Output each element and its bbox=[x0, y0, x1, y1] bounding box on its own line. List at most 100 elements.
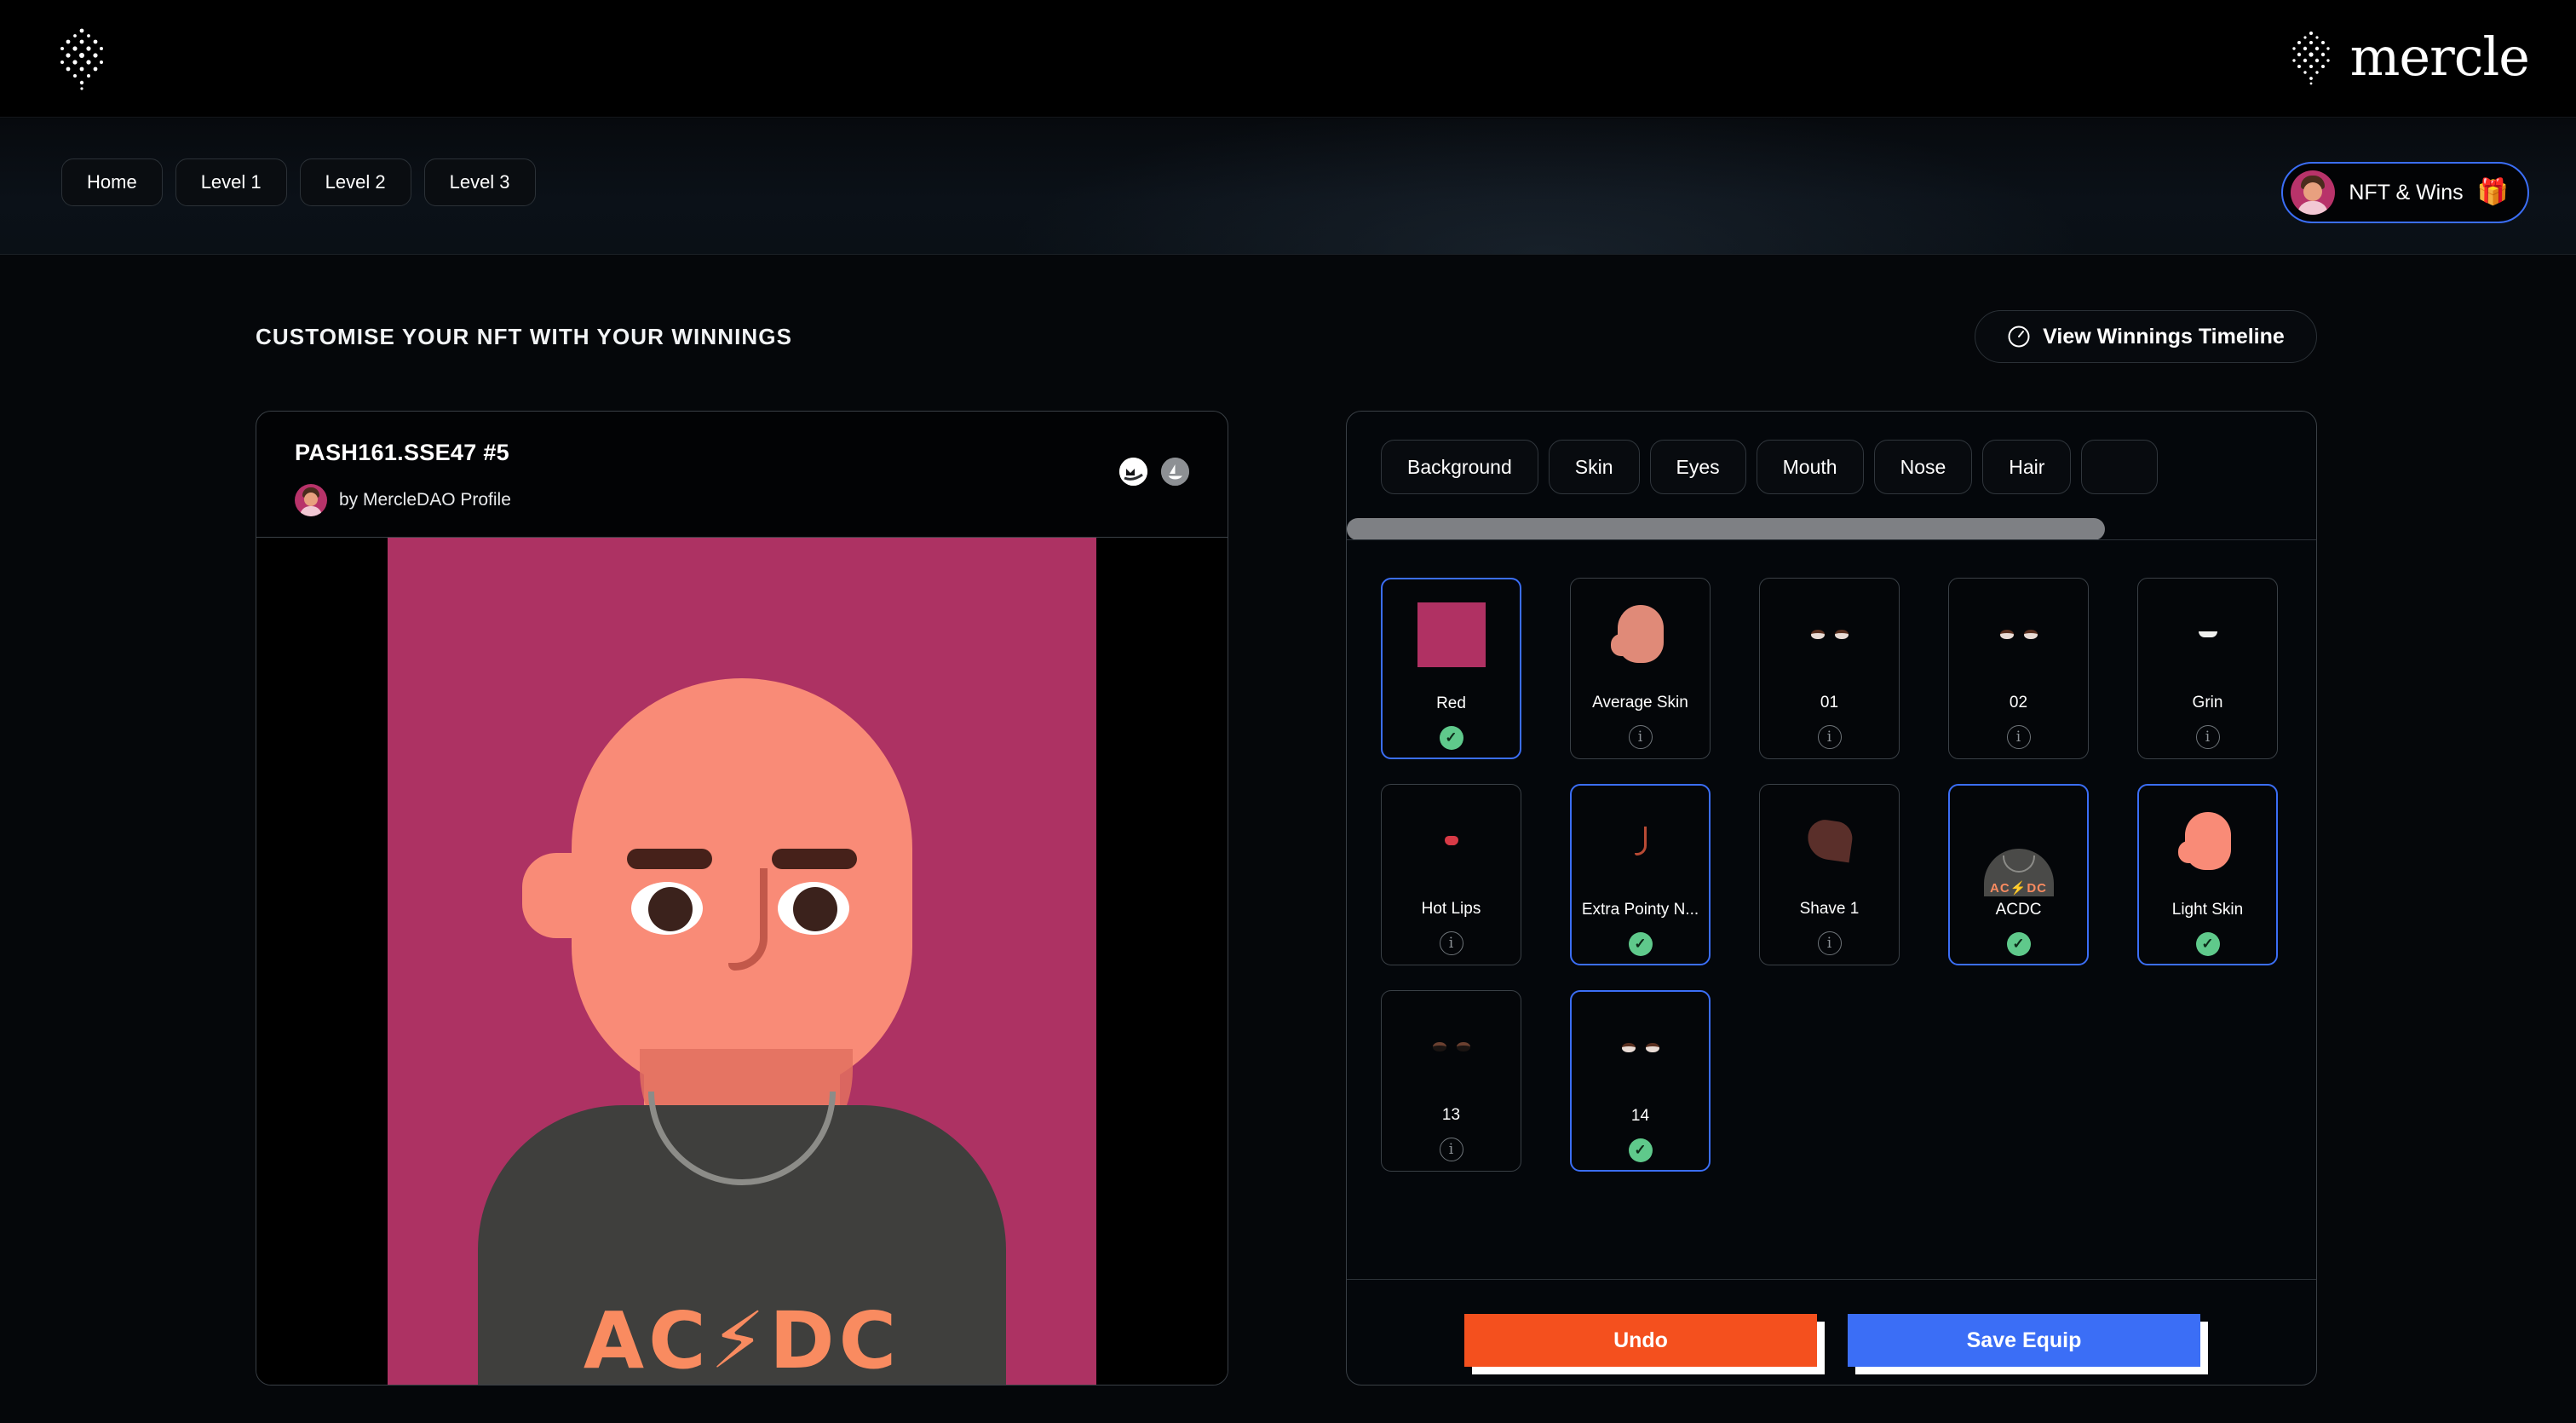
nav-item-label: Home bbox=[87, 171, 137, 193]
mouth-hot-lips-icon bbox=[1382, 785, 1521, 896]
save-equip-button[interactable]: Save Equip bbox=[1848, 1314, 2200, 1367]
check-icon: ✓ bbox=[1439, 726, 1463, 750]
trait-item-label: 14 bbox=[1630, 1107, 1650, 1125]
panel-footer: Undo Save Equip bbox=[1347, 1298, 2316, 1383]
nft-shirt-text: AC⚡DC bbox=[583, 1295, 901, 1386]
trait-item-grin[interactable]: Grin i bbox=[2137, 578, 2278, 759]
opensea-icon[interactable] bbox=[1161, 458, 1189, 486]
nft-and-wins-button[interactable]: NFT & Wins 🎁 bbox=[2281, 162, 2529, 223]
hair-shave-1-icon bbox=[1760, 785, 1899, 896]
trait-item-label: 13 bbox=[1441, 1106, 1461, 1124]
eyes-13-icon bbox=[1382, 991, 1521, 1102]
clock-icon bbox=[2007, 325, 2031, 349]
info-icon[interactable]: i bbox=[1439, 931, 1463, 955]
nav-item-level-1[interactable]: Level 1 bbox=[175, 158, 287, 206]
head-skin-light-icon bbox=[2139, 786, 2276, 896]
nft-preview-card: PASH161.SSE47 #5 by MercleDAO Profile AC… bbox=[256, 411, 1228, 1386]
trait-item-14[interactable]: 14 ✓ bbox=[1570, 990, 1711, 1172]
divider bbox=[1347, 539, 2316, 540]
view-winnings-timeline-button[interactable]: View Winnings Timeline bbox=[1975, 310, 2317, 363]
nft-card-header: PASH161.SSE47 #5 by MercleDAO Profile bbox=[256, 412, 1228, 538]
eyes-14-icon bbox=[1572, 992, 1709, 1103]
view-winnings-timeline-label: View Winnings Timeline bbox=[2043, 324, 2285, 349]
trait-tabs: Background Skin Eyes Mouth Nose Hair bbox=[1381, 440, 2159, 494]
trait-item-extra-pointy-nose[interactable]: Extra Pointy N... ✓ bbox=[1570, 784, 1711, 965]
trait-item-label: Average Skin bbox=[1592, 694, 1688, 712]
trait-item-label: 02 bbox=[2009, 694, 2028, 712]
nav-item-label: Level 2 bbox=[325, 171, 386, 193]
marketplace-links bbox=[1119, 458, 1189, 486]
check-icon: ✓ bbox=[2195, 932, 2220, 956]
trait-item-label: 01 bbox=[1820, 694, 1839, 712]
trait-item-red[interactable]: Red ✓ bbox=[1381, 578, 1521, 759]
brand-name: mercle bbox=[2349, 26, 2530, 88]
tab-background[interactable]: Background bbox=[1381, 440, 1538, 494]
trait-item-average-skin[interactable]: Average Skin i bbox=[1570, 578, 1711, 759]
brand-logo[interactable]: mercle bbox=[2286, 26, 2530, 88]
page-title: CUSTOMISE YOUR NFT WITH YOUR WINNINGS bbox=[256, 324, 793, 349]
trait-item-label: Hot Lips bbox=[1421, 900, 1481, 918]
tab-label: Hair bbox=[2009, 455, 2045, 478]
info-icon[interactable]: i bbox=[2006, 725, 2031, 749]
tab-skin[interactable]: Skin bbox=[1548, 440, 1640, 494]
tab-clipped[interactable] bbox=[2081, 440, 2159, 494]
nav-item-level-3[interactable]: Level 3 bbox=[423, 158, 536, 206]
tab-mouth[interactable]: Mouth bbox=[1756, 440, 1864, 494]
trait-item-01[interactable]: 01 i bbox=[1759, 578, 1900, 759]
nav-item-label: Level 3 bbox=[449, 171, 510, 193]
nav-item-level-2[interactable]: Level 2 bbox=[299, 158, 411, 206]
avatar bbox=[2291, 170, 2336, 215]
mercle-mark-icon bbox=[2286, 29, 2337, 85]
trait-item-light-skin[interactable]: Light Skin ✓ bbox=[2137, 784, 2278, 965]
nose-extra-pointy-icon bbox=[1572, 786, 1709, 896]
trait-item-02[interactable]: 02 i bbox=[1948, 578, 2089, 759]
trait-item-label: Grin bbox=[2192, 694, 2223, 712]
trait-item-label: Red bbox=[1436, 694, 1466, 712]
tab-nose[interactable]: Nose bbox=[1873, 440, 1973, 494]
nft-creator-label: by MercleDAO Profile bbox=[339, 490, 511, 510]
trait-item-13[interactable]: 13 i bbox=[1381, 990, 1521, 1172]
undo-button[interactable]: Undo bbox=[1464, 1314, 1817, 1367]
trait-item-acdc[interactable]: AC⚡DC ACDC ✓ bbox=[1948, 784, 2089, 965]
customiser-panel: Background Skin Eyes Mouth Nose Hair Red… bbox=[1346, 411, 2317, 1386]
trait-item-shave-1[interactable]: Shave 1 i bbox=[1759, 784, 1900, 965]
info-icon[interactable]: i bbox=[1439, 1138, 1463, 1161]
mouth-grin-icon bbox=[2138, 579, 2277, 689]
nft-title: PASH161.SSE47 #5 bbox=[295, 440, 509, 465]
trait-item-grid: Red ✓ Average Skin i 01 i 02 i Grin i Ho… bbox=[1381, 578, 2284, 1172]
trait-item-hot-lips[interactable]: Hot Lips i bbox=[1381, 784, 1521, 965]
tab-eyes[interactable]: Eyes bbox=[1649, 440, 1746, 494]
info-icon[interactable]: i bbox=[1817, 725, 1842, 749]
check-icon: ✓ bbox=[2006, 932, 2031, 956]
info-icon[interactable]: i bbox=[2195, 725, 2220, 749]
trait-item-label: Extra Pointy N... bbox=[1581, 901, 1699, 919]
tab-label: Eyes bbox=[1676, 455, 1720, 478]
nft-and-wins-label: NFT & Wins bbox=[2349, 180, 2464, 205]
nav-item-home[interactable]: Home bbox=[61, 158, 163, 206]
divider bbox=[1347, 1279, 2316, 1280]
gift-icon: 🎁 bbox=[2476, 178, 2509, 206]
info-icon[interactable]: i bbox=[1628, 725, 1653, 749]
check-icon: ✓ bbox=[1628, 932, 1653, 956]
info-icon[interactable]: i bbox=[1817, 931, 1842, 955]
scrollbar-thumb[interactable] bbox=[1347, 518, 2105, 540]
trait-item-label: ACDC bbox=[1995, 901, 2042, 919]
tab-label: Skin bbox=[1574, 455, 1613, 478]
color-swatch-red-icon bbox=[1383, 579, 1520, 690]
mercle-dot-logo-icon[interactable] bbox=[51, 26, 112, 92]
tab-label: Background bbox=[1407, 455, 1512, 478]
magiceden-icon[interactable] bbox=[1119, 458, 1147, 486]
top-bar: mercle bbox=[0, 0, 2576, 118]
app-root: mercle Home Level 1 Level 2 Level 3 NFT … bbox=[0, 0, 2576, 1423]
tab-label: Mouth bbox=[1782, 455, 1837, 478]
nav-pills: Home Level 1 Level 2 Level 3 bbox=[61, 158, 536, 206]
clothing-acdc-icon: AC⚡DC bbox=[1950, 786, 2087, 896]
tab-hair[interactable]: Hair bbox=[1982, 440, 2072, 494]
trait-item-label: Shave 1 bbox=[1799, 900, 1860, 918]
nft-artwork: AC⚡DC bbox=[256, 538, 1228, 1386]
trait-tabs-strip: Background Skin Eyes Mouth Nose Hair bbox=[1347, 412, 2316, 544]
check-icon: ✓ bbox=[1628, 1138, 1653, 1162]
avatar bbox=[295, 484, 327, 516]
tabs-horizontal-scrollbar[interactable] bbox=[1347, 518, 2316, 540]
nft-creator: by MercleDAO Profile bbox=[295, 484, 511, 516]
